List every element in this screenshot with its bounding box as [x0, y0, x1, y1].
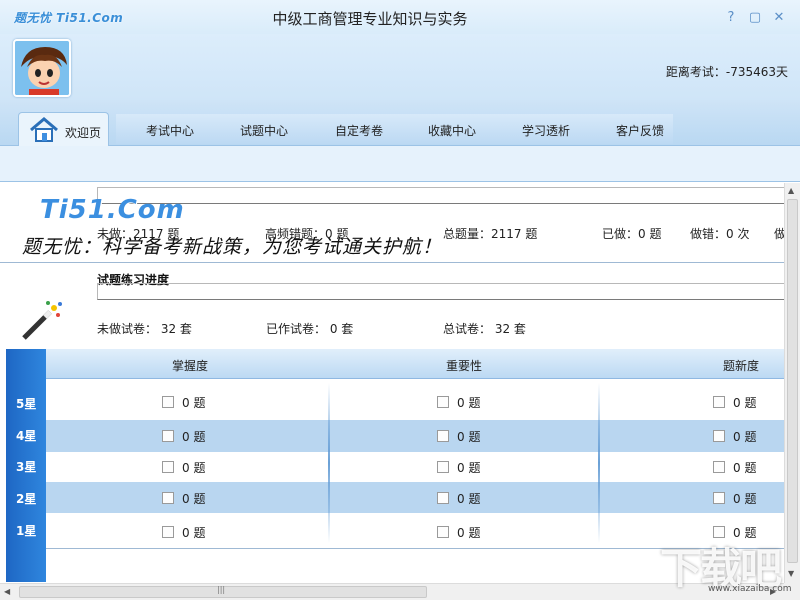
- cell-importance-5: 0 题: [437, 394, 480, 411]
- summary-frame: [97, 187, 784, 204]
- star-label-1: 1星: [16, 524, 37, 538]
- stat-total-papers: 总试卷： 32 套: [443, 322, 526, 336]
- col-header-importance[interactable]: 重要性: [446, 357, 482, 374]
- star-label-2: 2星: [16, 492, 37, 506]
- progress-frame: [97, 283, 784, 300]
- header: 距离考试：-735463天: [0, 34, 800, 100]
- tab-question-center[interactable]: 试题中心: [224, 122, 304, 139]
- stat-truncated: 做: [774, 227, 784, 241]
- checkbox[interactable]: [437, 396, 449, 408]
- star-column: 5星 4星 3星 2星 1星: [6, 349, 46, 582]
- checkbox[interactable]: [713, 396, 725, 408]
- star-label-3: 3星: [16, 460, 37, 474]
- main-content: Ti51.Com 未做：2117 题 高频错题：0 题 总题量：2117 题 已…: [0, 183, 784, 583]
- cell-freshness-2: 0 题: [713, 490, 756, 507]
- cell-freshness-4: 0 题: [713, 428, 756, 445]
- table-row: [46, 482, 784, 513]
- magic-wand-icon: [20, 298, 64, 345]
- scroll-down-arrow-icon[interactable]: ▼: [788, 569, 794, 578]
- tab-exam-center[interactable]: 考试中心: [130, 122, 210, 139]
- col-header-mastery[interactable]: 掌握度: [172, 357, 208, 374]
- checkbox[interactable]: [162, 461, 174, 473]
- cell-mastery-3: 0 题: [162, 459, 205, 476]
- ti51-logo: Ti51.Com: [40, 195, 185, 225]
- cell-mastery-2: 0 题: [162, 490, 205, 507]
- checkbox[interactable]: [437, 492, 449, 504]
- scroll-grip-icon: |||: [217, 585, 226, 594]
- tab-welcome-label: 欢迎页: [65, 126, 102, 140]
- stat-done-papers: 已作试卷： 0 套: [266, 322, 354, 336]
- tab-study-analysis[interactable]: 学习透析: [506, 122, 586, 139]
- avatar: [13, 39, 71, 97]
- tab-welcome[interactable]: 欢迎页: [18, 112, 109, 146]
- slogan: 题无忧：科学备考新战策，为您考试通关护航！: [22, 236, 443, 258]
- checkbox[interactable]: [437, 526, 449, 538]
- checkbox[interactable]: [713, 430, 725, 442]
- exam-countdown: 距离考试：-735463天: [665, 65, 788, 79]
- table-row: [46, 420, 784, 452]
- scroll-left-arrow-icon[interactable]: ◀: [4, 587, 10, 596]
- minimize-button[interactable]: ▢: [748, 11, 762, 25]
- checkbox[interactable]: [162, 396, 174, 408]
- cell-importance-2: 0 题: [437, 490, 480, 507]
- checkbox[interactable]: [162, 430, 174, 442]
- tab-favorites[interactable]: 收藏中心: [412, 122, 492, 139]
- column-divider: [328, 383, 330, 543]
- stat-wrong: 做错：0 次: [690, 227, 750, 241]
- checkbox[interactable]: [162, 526, 174, 538]
- cell-mastery-4: 0 题: [162, 428, 205, 445]
- column-divider: [598, 383, 600, 543]
- help-button[interactable]: ?: [724, 11, 738, 25]
- window-title: 中级工商管理专业知识与实务: [272, 10, 468, 28]
- stat-total: 总题量：2117 题: [443, 227, 538, 241]
- table-row: [46, 452, 784, 482]
- scroll-up-arrow-icon[interactable]: ▲: [788, 186, 794, 195]
- main-nav: 欢迎页 考试中心 试题中心 自定考卷 收藏中心 学习透析 客户反馈: [0, 100, 800, 146]
- table-row: [46, 379, 784, 420]
- checkbox[interactable]: [713, 461, 725, 473]
- stat-done: 已做：0 题: [602, 227, 662, 241]
- cell-freshness-3: 0 题: [713, 459, 756, 476]
- vertical-scroll-thumb[interactable]: [787, 199, 798, 563]
- cell-freshness-5: 0 题: [713, 394, 756, 411]
- cell-importance-3: 0 题: [437, 459, 480, 476]
- star-label-5: 5星: [16, 397, 37, 411]
- cell-mastery-1: 0 题: [162, 524, 205, 541]
- tab-feedback[interactable]: 客户反馈: [600, 122, 680, 139]
- sub-toolbar: [0, 146, 800, 182]
- checkbox[interactable]: [713, 492, 725, 504]
- avatar-cartoon-icon: [15, 41, 69, 95]
- star-label-4: 4星: [16, 429, 37, 443]
- home-icon: [29, 117, 59, 146]
- section-divider: [0, 262, 784, 263]
- col-header-freshness[interactable]: 题新度: [723, 357, 759, 374]
- cell-importance-1: 0 题: [437, 524, 480, 541]
- cell-mastery-5: 0 题: [162, 394, 205, 411]
- title-bar: 题无忧 Ti51.Com 中级工商管理专业知识与实务 ? ▢ ✕: [0, 0, 800, 34]
- checkbox[interactable]: [162, 492, 174, 504]
- checkbox[interactable]: [437, 430, 449, 442]
- cell-importance-4: 0 题: [437, 428, 480, 445]
- stat-undone-papers: 未做试卷： 32 套: [97, 322, 192, 336]
- watermark-url: www.xiazaiba.com: [708, 584, 792, 594]
- table-header: 掌握度 重要性 题新度: [46, 349, 784, 379]
- checkbox[interactable]: [437, 461, 449, 473]
- close-button[interactable]: ✕: [772, 11, 786, 25]
- vertical-scrollbar[interactable]: ▲ ▼: [784, 183, 800, 583]
- tab-custom-paper[interactable]: 自定考卷: [319, 122, 399, 139]
